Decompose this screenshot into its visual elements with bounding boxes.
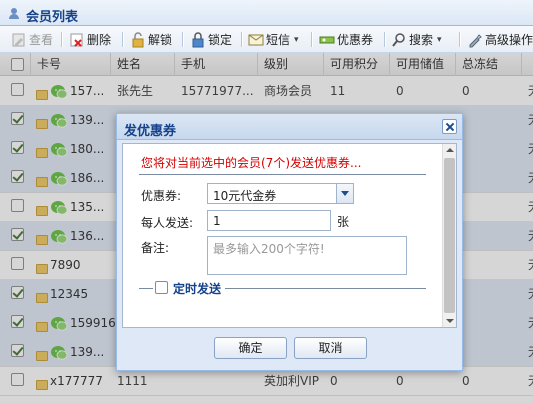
- coupon-field-label: 优惠券:: [141, 189, 182, 203]
- close-icon[interactable]: [442, 119, 457, 134]
- panel-title: 会员列表: [26, 10, 79, 25]
- search-dropdown-icon: ▾: [437, 34, 442, 45]
- member-list-icon: [9, 8, 19, 19]
- coupon-button[interactable]: 优惠券: [319, 30, 373, 49]
- dialog-title: 发优惠券: [124, 124, 177, 139]
- toolbar-separator: [311, 32, 312, 47]
- lock-icon: [192, 31, 204, 47]
- selected-members-notice: 您将对当前选中的会员(7个)发送优惠券...: [141, 156, 362, 170]
- toolbar-separator: [459, 32, 460, 47]
- cancel-button[interactable]: 取消: [294, 337, 367, 359]
- sms-dropdown-icon: ▾: [294, 34, 299, 45]
- view-icon: [12, 33, 25, 46]
- scroll-up-icon[interactable]: [443, 144, 456, 156]
- scheduled-send-checkbox[interactable]: [155, 281, 168, 294]
- scroll-thumb[interactable]: [444, 158, 455, 313]
- delete-label: 删除: [87, 33, 112, 47]
- toolbar-separator: [241, 32, 242, 47]
- delete-button[interactable]: 删除: [69, 30, 111, 49]
- toolbar-separator: [122, 32, 123, 47]
- send-coupon-dialog: 发优惠券 您将对当前选中的会员(7个)发送优惠券... 优惠券: 10元代金券 …: [116, 113, 463, 371]
- advanced-operations-button[interactable]: 高级操作: [467, 30, 533, 49]
- unlock-icon: [132, 31, 144, 47]
- sms-label: 短信: [266, 33, 291, 47]
- search-icon: [392, 32, 405, 47]
- coupon-select-value: 10元代金券: [213, 189, 277, 203]
- coupon-icon: [319, 36, 335, 43]
- coupon-select[interactable]: 10元代金券: [207, 183, 354, 204]
- dialog-scrollbar[interactable]: [442, 144, 456, 327]
- note-field-label: 备注:: [141, 241, 170, 255]
- confirm-button[interactable]: 确定: [214, 337, 287, 359]
- view-label: 查看: [29, 33, 54, 47]
- unlock-label: 解锁: [148, 33, 173, 47]
- dialog-body: 您将对当前选中的会员(7个)发送优惠券... 优惠券: 10元代金券 每人发送:…: [122, 143, 457, 328]
- advanced-operations-icon: [469, 33, 482, 47]
- lock-button[interactable]: 锁定: [190, 30, 232, 49]
- toolbar-separator: [61, 32, 62, 47]
- note-textarea[interactable]: 最多输入200个字符!: [207, 236, 407, 275]
- fieldset-border: [139, 288, 153, 289]
- scroll-down-icon[interactable]: [443, 315, 456, 327]
- delete-icon: [70, 33, 83, 47]
- coupon-label: 优惠券: [337, 33, 374, 47]
- fieldset-border: [225, 288, 426, 289]
- advanced-operations-label: 高级操作: [485, 33, 533, 47]
- search-label: 搜索: [409, 33, 434, 47]
- toolbar: 查看 删除 解锁 锁定 短信 ▾ 优惠券 搜索 ▾ 高级操作: [0, 26, 533, 53]
- per-person-field-label: 每人发送:: [141, 216, 194, 230]
- panel-header: 会员列表: [0, 0, 533, 26]
- view-button[interactable]: 查看: [11, 30, 53, 49]
- unit-label: 张: [337, 215, 350, 229]
- dialog-header[interactable]: 发优惠券: [117, 114, 462, 140]
- lock-label: 锁定: [208, 33, 233, 47]
- scheduled-send-label[interactable]: 定时发送: [173, 280, 221, 297]
- toolbar-separator: [182, 32, 183, 47]
- unlock-button[interactable]: 解锁: [130, 30, 172, 49]
- per-person-quantity-input[interactable]: 1: [207, 210, 331, 231]
- chevron-down-icon[interactable]: [336, 184, 353, 203]
- sms-icon: [248, 34, 264, 45]
- search-button[interactable]: 搜索 ▾: [391, 30, 442, 49]
- sms-button[interactable]: 短信 ▾: [248, 30, 299, 49]
- toolbar-separator: [384, 32, 385, 47]
- notice-divider: [139, 174, 426, 175]
